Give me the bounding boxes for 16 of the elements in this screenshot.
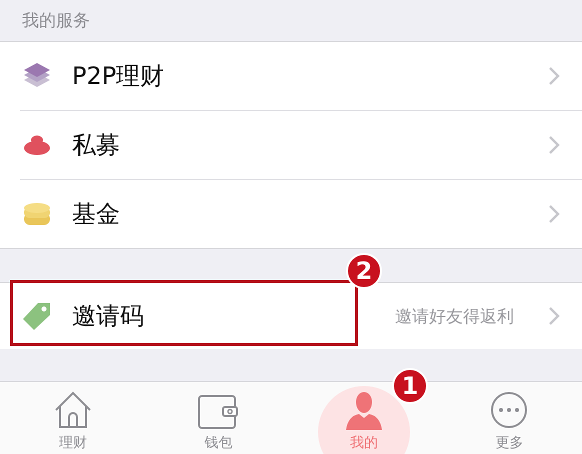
user-icon [344, 390, 384, 430]
cushion-icon [23, 134, 51, 156]
invite-row[interactable]: 邀请码 邀请好友得返利 [0, 282, 582, 349]
step-badge: 2 [346, 253, 382, 289]
step-badge: 1 [392, 368, 428, 404]
chevron-icon [548, 135, 560, 155]
section-header: 我的服务 [22, 10, 90, 32]
more-icon [489, 390, 530, 430]
wallet-icon [197, 394, 240, 430]
home-icon [52, 390, 93, 430]
chevron-icon [548, 306, 560, 326]
invite-hint: 邀请好友得返利 [395, 306, 514, 328]
chevron-icon [548, 66, 560, 86]
tag-icon [22, 301, 52, 331]
coins-icon [23, 201, 51, 227]
chevron-icon [548, 204, 560, 224]
